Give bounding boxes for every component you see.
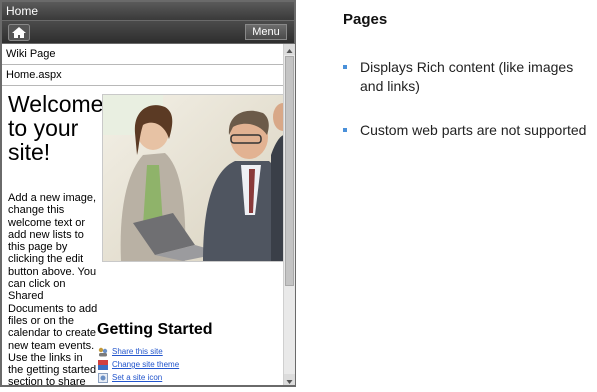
- change-theme-label: Change site theme: [112, 360, 180, 369]
- menu-button[interactable]: Menu: [245, 24, 287, 40]
- theme-icon: [98, 360, 108, 370]
- arrow-down-icon: [286, 380, 293, 384]
- mobile-browser-frame: Home Menu Wiki Page Home.aspx Welcome to…: [0, 0, 296, 387]
- welcome-body-text: Add a new image, change this welcome tex…: [8, 192, 98, 385]
- change-theme-link[interactable]: Change site theme: [98, 359, 179, 371]
- bullet-marker-icon: [343, 128, 347, 132]
- vertical-scrollbar[interactable]: [283, 44, 295, 385]
- share-site-label: Share this site: [112, 347, 163, 356]
- scroll-down-button[interactable]: [284, 374, 295, 385]
- share-site-icon: [98, 347, 108, 357]
- page-name[interactable]: Home.aspx: [2, 65, 283, 86]
- site-icon: [98, 373, 108, 383]
- bullet-item: Custom web parts are not supported: [343, 121, 593, 140]
- breadcrumb[interactable]: Wiki Page: [2, 44, 283, 65]
- getting-started-title: Getting Started: [97, 321, 213, 338]
- home-icon: [8, 24, 30, 41]
- scroll-thumb[interactable]: [285, 56, 294, 286]
- share-site-link[interactable]: Share this site: [98, 346, 163, 358]
- home-button[interactable]: [8, 24, 30, 41]
- window-title: Home: [2, 2, 294, 20]
- site-icon-label: Set a site icon: [112, 373, 163, 382]
- slide-title: Pages: [343, 11, 388, 28]
- welcome-heading: Welcome to your site!: [8, 91, 104, 165]
- bullet-text: Custom web parts are not supported: [360, 122, 587, 138]
- bullet-item: Displays Rich content (like images and l…: [343, 58, 593, 96]
- nav-bar: Menu: [2, 21, 294, 43]
- page-viewport: Wiki Page Home.aspx Welcome to your site…: [2, 44, 283, 385]
- welcome-image: [102, 94, 283, 262]
- bullet-text: Displays Rich content (like images and l…: [360, 59, 574, 94]
- bullet-marker-icon: [343, 65, 347, 69]
- scroll-up-button[interactable]: [284, 44, 295, 55]
- site-icon-link[interactable]: Set a site icon: [98, 372, 162, 384]
